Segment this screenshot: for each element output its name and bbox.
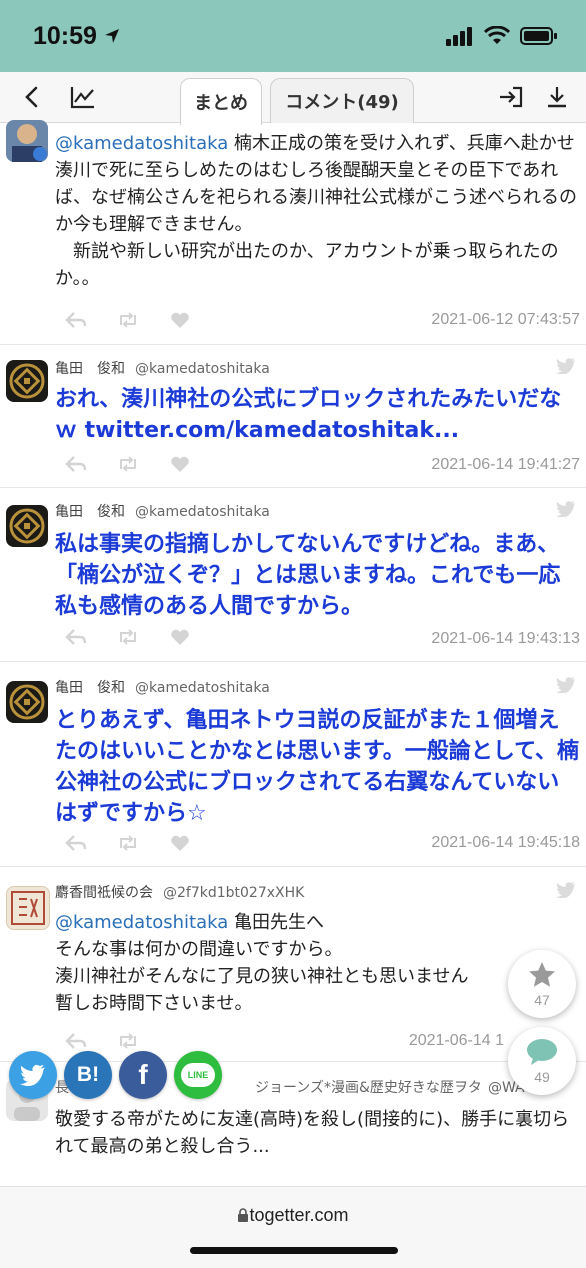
retweet-icon[interactable]: [117, 455, 139, 473]
download-icon[interactable]: [545, 85, 569, 109]
avatar[interactable]: [6, 120, 48, 162]
url-text: togetter.com: [249, 1205, 349, 1225]
signal-icon: [446, 27, 472, 46]
location-arrow-icon: [105, 29, 119, 43]
tweet-actions: [65, 311, 191, 329]
reply-icon[interactable]: [65, 1032, 87, 1050]
tweet-timestamp[interactable]: 2021-06-14 19:45:18: [431, 834, 580, 852]
reply-icon[interactable]: [65, 834, 87, 852]
retweet-icon[interactable]: [117, 834, 139, 852]
hatena-share-button[interactable]: B!: [64, 1051, 112, 1099]
tab-comment[interactable]: コメント(49): [270, 78, 414, 123]
author-line[interactable]: 亀田 俊和 @kamedatoshitaka: [55, 358, 270, 378]
speech-bubble-icon: [527, 1039, 557, 1065]
avatar[interactable]: [6, 681, 48, 723]
twitter-bird-icon: [556, 358, 575, 374]
wifi-icon: [484, 26, 510, 44]
tab-matome[interactable]: まとめ: [180, 78, 262, 125]
tweet-actions: [65, 628, 191, 646]
author-handle: @2f7kd1bt027xXHK: [163, 885, 305, 901]
author-handle: @kamedatoshitaka: [135, 504, 270, 520]
facebook-share-button[interactable]: f: [119, 1051, 167, 1099]
line-share-button[interactable]: LINE: [174, 1051, 222, 1099]
tweet-item: 亀田 俊和 @kamedatoshitaka おれ、湊川神社の公式にブロックされた…: [0, 344, 586, 488]
mention-link[interactable]: @kamedatoshitaka: [55, 133, 228, 154]
tweet-body: とりあえず、亀田ネトウヨ説の反証がまた１個増えたのはいいことかなとは思います。一…: [55, 708, 580, 826]
twitter-bird-icon: [20, 1064, 45, 1086]
tweet-item: 亀田 俊和 @kamedatoshitaka とりあえず、亀田ネトウヨ説の反証がま…: [0, 661, 586, 867]
author-name: 亀田 俊和: [55, 361, 125, 377]
tweet-body: @kamedatoshitaka 楠木正成の策を受け入れず、兵庫へ赴かせ湊川で死…: [55, 133, 577, 289]
address-bar[interactable]: togetter.com: [0, 1205, 586, 1226]
line-label: LINE: [187, 1070, 209, 1080]
twitter-bird-icon: [556, 677, 575, 693]
toolbar: まとめ コメント(49): [0, 72, 586, 125]
author-handle: @kamedatoshitaka: [135, 361, 270, 377]
star-icon: [529, 962, 555, 987]
status-indicators: [446, 26, 558, 46]
hatena-label: B!: [76, 1063, 100, 1086]
retweet-icon[interactable]: [117, 628, 139, 646]
retweet-icon[interactable]: [117, 1032, 139, 1050]
facebook-label: f: [138, 1059, 148, 1090]
like-icon[interactable]: [169, 834, 191, 852]
author-line[interactable]: 亀田 俊和 @kamedatoshitaka: [55, 501, 270, 521]
mention-link[interactable]: @kamedatoshitaka: [55, 912, 228, 933]
tweet-actions: [65, 834, 191, 852]
like-icon[interactable]: [169, 628, 191, 646]
battery-icon: [520, 27, 557, 45]
login-icon[interactable]: [498, 85, 524, 109]
author-handle: @kamedatoshitaka: [135, 680, 270, 696]
comment-count: 49: [534, 1069, 550, 1085]
author-name: 亀田 俊和: [55, 680, 125, 696]
twitter-bird-icon: [556, 501, 575, 517]
avatar[interactable]: [6, 505, 48, 547]
back-chevron-icon[interactable]: [22, 85, 42, 109]
reply-icon[interactable]: [65, 311, 87, 329]
reply-icon[interactable]: [65, 628, 87, 646]
twitter-bird-icon: [556, 882, 575, 898]
lock-icon: [238, 1208, 249, 1222]
tweet-timestamp[interactable]: 2021-06-14 1: [409, 1032, 504, 1050]
author-line[interactable]: 亀田 俊和 @kamedatoshitaka: [55, 677, 270, 697]
author-name: 亀田 俊和: [55, 504, 125, 520]
favorite-button[interactable]: 47: [508, 950, 576, 1018]
tweet-timestamp[interactable]: 2021-06-14 19:43:13: [431, 630, 580, 648]
tweet-actions: [65, 455, 191, 473]
like-icon[interactable]: [169, 311, 191, 329]
status-time: 10:59: [33, 22, 97, 50]
avatar[interactable]: [6, 360, 48, 402]
author-line[interactable]: 麝香間祗候の会 @2f7kd1bt027xXHK: [55, 882, 304, 902]
comment-button[interactable]: 49: [508, 1027, 576, 1095]
author-name: ジョーンズ*漫画&歴史好きな歴ヲタ: [255, 1080, 482, 1096]
tweet-item: @kamedatoshitaka 楠木正成の策を受け入れず、兵庫へ赴かせ湊川で死…: [0, 120, 586, 345]
tweet-body: @kamedatoshitaka 亀田先生へ そんな事は何かの間違いですから。 …: [55, 912, 469, 1014]
browser-bottom-bar: togetter.com: [0, 1186, 586, 1268]
chart-icon[interactable]: [70, 85, 96, 109]
favorite-count: 47: [534, 992, 550, 1008]
tweet-body: 私は事実の指摘しかしてないんですけどね。まあ、「楠公が泣くぞ？」とは思いますね。…: [55, 532, 561, 619]
twitter-share-button[interactable]: [9, 1051, 57, 1099]
tweet-body: おれ、湊川神社の公式にブロックされたみたいだなｗ twitter.com/kam…: [55, 387, 562, 443]
avatar[interactable]: [6, 886, 50, 930]
tweet-actions: [65, 1032, 139, 1050]
like-icon[interactable]: [169, 455, 191, 473]
status-bar: 10:59: [0, 0, 586, 72]
tweet-timestamp[interactable]: 2021-06-14 19:41:27: [431, 456, 580, 474]
tweet-item: 麝香間祗候の会 @2f7kd1bt027xXHK @kamedatoshitaka…: [0, 866, 586, 1062]
author-name: 麝香間祗候の会: [55, 885, 153, 901]
tweet-body: 敬愛する帝がために友達(高時)を殺し(間接的に)、勝手に裏切られて最高の弟と殺し…: [55, 1109, 570, 1157]
retweet-icon[interactable]: [117, 311, 139, 329]
home-indicator: [190, 1247, 398, 1254]
reply-icon[interactable]: [65, 455, 87, 473]
tweet-item: 亀田 俊和 @kamedatoshitaka 私は事実の指摘しかしてないんですけど…: [0, 487, 586, 662]
tweet-timestamp[interactable]: 2021-06-12 07:43:57: [431, 311, 580, 329]
